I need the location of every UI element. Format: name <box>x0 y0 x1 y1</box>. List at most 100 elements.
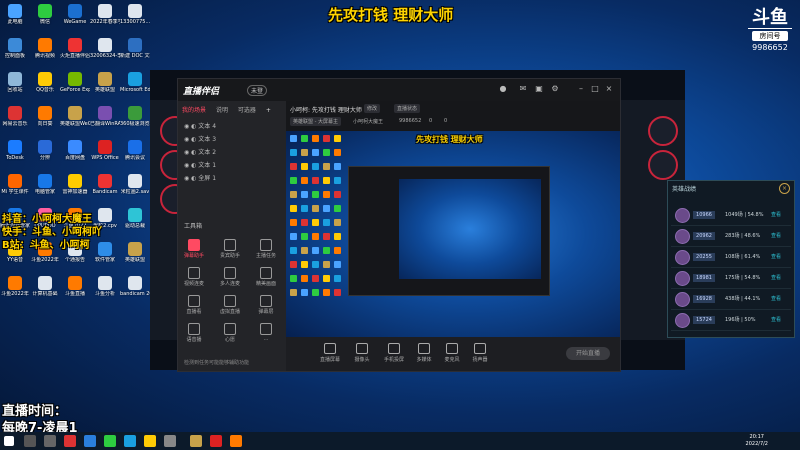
phone-cast-button[interactable]: 手机投屏 <box>380 343 408 363</box>
task-view-icon[interactable] <box>44 435 56 447</box>
message-icon[interactable]: ✉ <box>518 84 528 94</box>
folder-icon[interactable] <box>144 435 156 447</box>
desktop-icon[interactable]: 已翻译WinRAR <box>90 106 120 127</box>
desktop-icon[interactable]: Mi 学生课件 <box>0 174 30 195</box>
tool-task[interactable]: 主播任务 <box>254 239 278 259</box>
tool-voice[interactable]: 语音播 <box>182 323 206 343</box>
edit-title-button[interactable]: 修改 <box>364 104 381 113</box>
desktop-icon[interactable]: 斗鱼2022年 <box>0 276 30 297</box>
desktop-icon-label: 控制面板 <box>4 53 25 59</box>
app-icon[interactable] <box>64 435 76 447</box>
edge-icon[interactable] <box>124 435 136 447</box>
desktop-icon[interactable]: 32006324-李鸿主 <box>90 38 120 59</box>
category-pill[interactable]: 英雄联盟 - 大屏幕主 <box>290 117 341 126</box>
tab-notes[interactable]: 说明 <box>216 107 228 114</box>
desktop-icon[interactable]: 腾讯视频 <box>30 38 60 59</box>
start-icon[interactable] <box>4 436 14 446</box>
desktop-icon[interactable]: 新建 DOC 文档 <box>120 38 150 59</box>
scene-item[interactable]: ◉ ◐ 文本 3 <box>184 134 216 143</box>
view-link[interactable]: 查看 <box>771 232 781 239</box>
desktop-icon[interactable]: 此电脑 <box>0 4 30 25</box>
tool-layer[interactable]: 弹幕层 <box>254 295 278 315</box>
scene-item[interactable]: ◉ ◐ 文本 4 <box>184 121 216 130</box>
search-icon[interactable] <box>24 435 36 447</box>
desktop-icon[interactable]: 微信 <box>30 4 60 25</box>
desktop-icon[interactable]: 软件管家 <box>90 242 120 263</box>
tool-wish[interactable]: 心愿 <box>218 323 242 343</box>
screen-capture-button[interactable]: 直播屏幕 <box>316 343 344 363</box>
wps-icon[interactable] <box>210 435 222 447</box>
view-link[interactable]: 查看 <box>771 211 781 218</box>
view-link[interactable]: 查看 <box>771 253 781 260</box>
gift-icon[interactable]: ▣ <box>534 84 544 94</box>
desktop-icon[interactable]: 腾讯会议 <box>120 140 150 161</box>
desktop-icon[interactable]: 回收站 <box>0 72 30 93</box>
desktop-icon[interactable]: 米粒画2.sav <box>120 174 150 195</box>
media-button[interactable]: 多媒体 <box>410 343 438 363</box>
desktop-icon[interactable]: 分辨 <box>30 140 60 161</box>
tool-beauty[interactable]: 精美画面 <box>254 267 278 287</box>
tool-danmaku[interactable]: 弹幕助手 <box>182 239 206 259</box>
desktop-icon[interactable]: 电脑管家 <box>30 174 60 195</box>
scene-item[interactable]: ◉ ◐ 文本 1 <box>184 160 216 169</box>
close-icon[interactable]: × <box>604 84 614 94</box>
desktop-icon[interactable]: 雷神加速器 <box>60 174 90 195</box>
app-icon[interactable] <box>164 435 176 447</box>
desktop-icon[interactable]: 英雄联盟WeGame版 <box>60 106 90 127</box>
view-link[interactable]: 查看 <box>771 316 781 323</box>
desktop-icon[interactable]: 计算机基础 <box>30 276 60 297</box>
desktop-icon[interactable]: 斗鱼直播 <box>60 276 90 297</box>
tab-my-scenes[interactable]: 我的场景 <box>182 107 206 114</box>
close-icon[interactable]: × <box>779 183 790 194</box>
desktop-icon[interactable]: WPS Office <box>90 140 120 161</box>
scene-item[interactable]: ◉ ◐ 全屏 1 <box>184 173 216 182</box>
minimize-icon[interactable]: – <box>576 84 586 94</box>
desktop-icon[interactable]: 360极速浏览器 <box>120 106 150 127</box>
tool-multi-link[interactable]: 多人连麦 <box>218 267 242 287</box>
preview-icon <box>301 275 308 282</box>
desktop-icon[interactable]: 火炬直播伴侣 <box>60 38 90 59</box>
add-scene-icon[interactable]: + <box>266 107 271 114</box>
desktop-icon[interactable]: 控制面板 <box>0 38 30 59</box>
desktop-icon[interactable]: ToDesk <box>0 140 30 161</box>
desktop-icon[interactable]: QQ音乐 <box>30 72 60 93</box>
tab-picker[interactable]: 可选器 <box>238 107 256 114</box>
desktop-icon[interactable]: 百度网盘 <box>60 140 90 161</box>
desktop-icon[interactable]: Bandicam <box>90 174 120 195</box>
settings-icon[interactable]: ⚙ <box>550 84 560 94</box>
stream-status[interactable]: 直播状态 <box>394 104 421 113</box>
stream-app-icon[interactable] <box>230 435 242 447</box>
login-badge[interactable]: 未登 <box>247 85 268 96</box>
view-link[interactable]: 查看 <box>771 295 781 302</box>
desktop-icon[interactable]: 2022年春季学期 <box>90 4 120 25</box>
tool-watch[interactable]: 直播看 <box>182 295 206 315</box>
desktop-icon[interactable]: 英雄联盟 <box>120 242 150 263</box>
desktop-icon[interactable]: 驱动总裁 <box>120 208 150 229</box>
microphone-button[interactable]: 麦克风 <box>438 343 466 363</box>
desktop-icon[interactable]: GeForce Experience <box>60 72 90 93</box>
system-clock[interactable]: 20:17 2022/7/2 <box>746 434 768 448</box>
more-icon <box>260 323 272 335</box>
desktop-icon[interactable]: 英雄联盟 <box>90 72 120 93</box>
wechat-icon[interactable] <box>104 435 116 447</box>
camera-button[interactable]: 摄像头 <box>348 343 376 363</box>
desktop-icon[interactable]: 斗鱼分析 <box>90 276 120 297</box>
desktop-icon[interactable]: WeGame <box>60 4 90 25</box>
app-icon[interactable] <box>84 435 96 447</box>
tool-more[interactable]: … <box>254 323 278 342</box>
desktop-icon[interactable]: bandicam 2022-06-2... <box>120 276 150 297</box>
desktop-icon[interactable]: 网易云音乐 <box>0 106 30 127</box>
view-link[interactable]: 查看 <box>771 274 781 281</box>
maximize-icon[interactable]: □ <box>590 84 600 94</box>
start-live-button[interactable]: 开始直播 <box>566 347 610 360</box>
desktop-icon[interactable]: Microsoft Edge <box>120 72 150 93</box>
tool-video-link[interactable]: 视频连麦 <box>182 267 206 287</box>
tool-vip[interactable]: 贵宾助手 <box>218 239 242 259</box>
desktop-icon[interactable]: 13300775... <box>120 4 150 25</box>
league-icon[interactable] <box>190 435 202 447</box>
desktop-icon[interactable]: 向日葵 <box>30 106 60 127</box>
tool-virtual[interactable]: 虚拟直播 <box>218 295 242 315</box>
avatar-icon[interactable]: ● <box>498 84 508 94</box>
scene-item[interactable]: ◉ ◐ 文本 2 <box>184 147 216 156</box>
speaker-button[interactable]: 扬声器 <box>466 343 494 363</box>
